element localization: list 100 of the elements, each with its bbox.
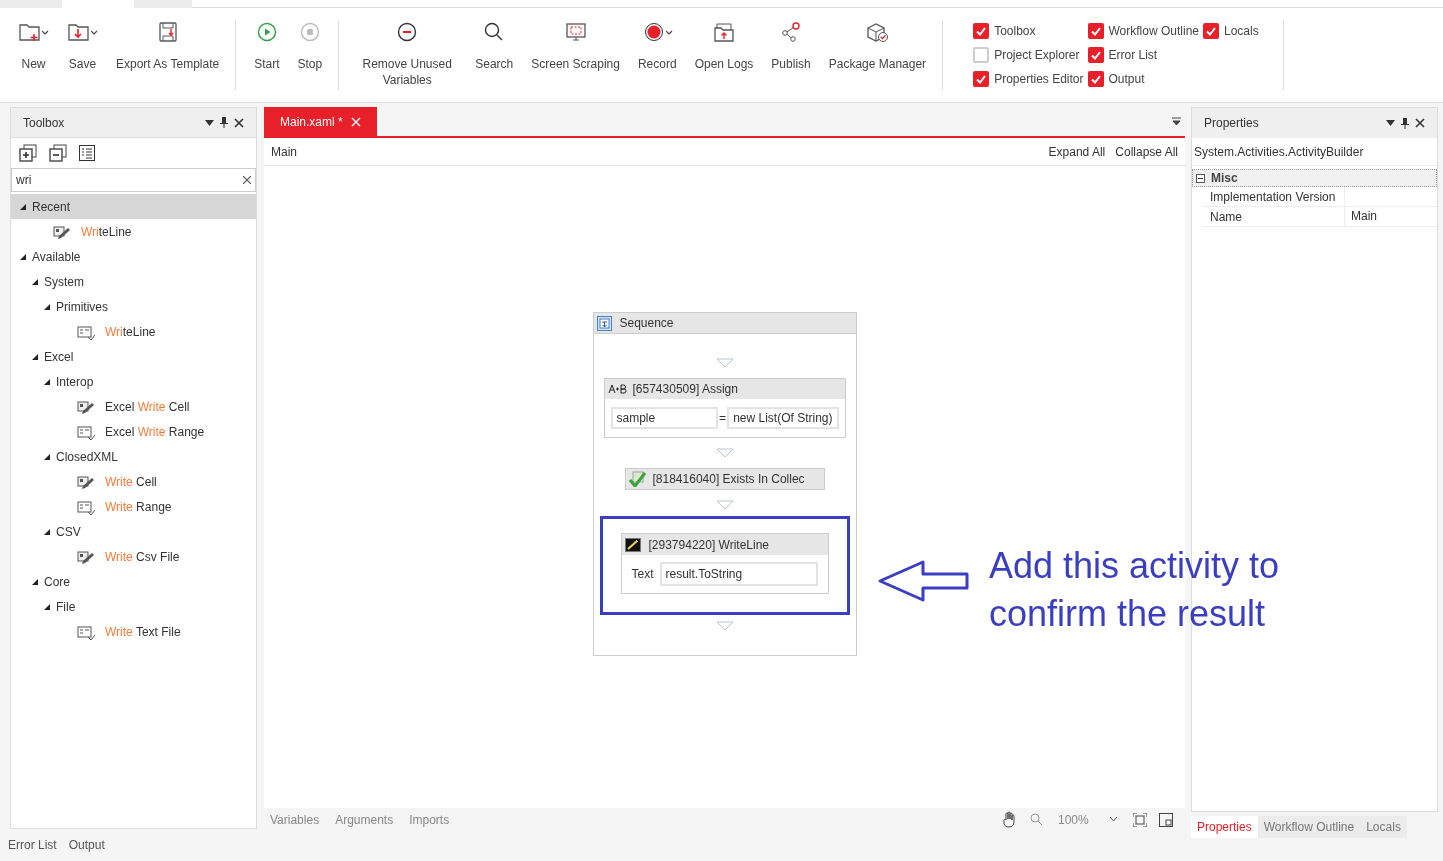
tree-group[interactable]: File [11, 594, 256, 619]
search-field[interactable]: wri [11, 168, 256, 192]
designer-link[interactable]: Collapse All [1115, 142, 1178, 161]
panel-tab[interactable]: Workflow Outline [1257, 816, 1361, 838]
tree-group[interactable]: Excel [11, 344, 256, 369]
clear-icon[interactable] [243, 176, 251, 184]
panel-tab[interactable]: Locals [1360, 816, 1407, 838]
writeline-icon[interactable] [624, 537, 641, 552]
bottom-tab[interactable]: Error List [8, 836, 57, 854]
caret-icon[interactable] [42, 29, 49, 35]
caret-icon[interactable] [1110, 817, 1117, 822]
collapse-all-icon[interactable] [49, 144, 67, 162]
toolbox-activity[interactable]: Write Csv File [11, 544, 256, 569]
overview-icon[interactable] [1159, 812, 1173, 827]
toolbar-button[interactable]: Remove Unused Variables [351, 20, 464, 88]
collapse-arrow-icon[interactable] [31, 577, 39, 586]
activity-icon[interactable] [77, 473, 95, 490]
activity-card[interactable]: [818416040] Exists In Collec [624, 468, 825, 490]
sequence-container[interactable]: Sequence [657430509] Assign sample = new List(Of String) [818416040] Exists In Collec [293794220] WriteLine Text result.ToString [592, 312, 857, 656]
close-icon[interactable] [1415, 118, 1425, 128]
activity-icon[interactable] [53, 223, 71, 240]
collapse-arrow-icon[interactable] [43, 527, 51, 536]
activity-icon[interactable] [77, 423, 95, 440]
folder-upload-icon[interactable] [712, 20, 736, 44]
pin-icon[interactable] [220, 117, 228, 128]
collapse-arrow-icon[interactable] [43, 302, 51, 311]
toolbar-button[interactable]: Export As Template [110, 20, 226, 72]
toolbar-button[interactable]: Package Manager [822, 20, 933, 72]
tab-list-icon[interactable] [1172, 117, 1181, 126]
toolbox-activity[interactable]: Write Cell [11, 469, 256, 494]
toolbox-activity[interactable]: Write Range [11, 494, 256, 519]
list-icon[interactable] [79, 145, 95, 161]
tree-group[interactable]: Primitives [11, 294, 256, 319]
checkbox[interactable]: Workflow Outline [1087, 22, 1199, 40]
toolbar-button[interactable]: Start [248, 20, 286, 72]
tree-group[interactable]: Available [11, 244, 256, 269]
tree-group[interactable]: ClosedXML [11, 444, 256, 469]
toolbar-button[interactable]: Save [61, 20, 104, 72]
toolbox-activity[interactable]: Excel Write Cell [11, 394, 256, 419]
toolbar-button[interactable]: Open Logs [688, 20, 760, 72]
activity-card[interactable]: [293794220] WriteLine Text result.ToString [620, 533, 829, 594]
tree-group[interactable]: Core [11, 569, 256, 594]
panel-tab[interactable]: Properties [1191, 816, 1258, 838]
hand-icon[interactable] [1002, 811, 1018, 828]
checkbox[interactable]: Error List [1087, 46, 1199, 64]
caret-icon[interactable] [91, 29, 98, 35]
property-value[interactable]: Main [1345, 207, 1437, 226]
input-field[interactable]: sample [610, 407, 719, 429]
fit-screen-icon[interactable] [1133, 812, 1147, 827]
collapse-arrow-icon[interactable] [31, 352, 39, 361]
bottom-tab[interactable]: Output [68, 836, 105, 854]
collapse-arrow-icon[interactable] [31, 277, 39, 286]
expand-all-icon[interactable] [19, 144, 37, 162]
assign-icon[interactable] [607, 383, 627, 395]
checkbox[interactable]: Locals [1203, 22, 1259, 40]
checkbox[interactable]: Properties Editor [973, 70, 1084, 88]
activity-icon[interactable] [77, 498, 95, 515]
breadcrumb[interactable]: Main [271, 142, 1049, 161]
activity-icon[interactable] [77, 323, 95, 340]
checkbox[interactable]: Output [1087, 70, 1199, 88]
collapse-arrow-icon[interactable] [19, 252, 27, 261]
pin-icon[interactable] [1401, 117, 1409, 129]
arrow-icon[interactable] [877, 558, 971, 604]
checkbox[interactable]: Project Explorer [973, 46, 1084, 64]
sequence-icon[interactable] [596, 315, 612, 331]
activity-icon[interactable] [77, 398, 95, 415]
collapse-arrow-icon[interactable] [43, 452, 51, 461]
zoom-icon[interactable] [1030, 813, 1043, 826]
collapse-arrow-icon[interactable] [43, 377, 51, 386]
collapse-arrow-icon[interactable] [19, 202, 27, 211]
toolbar-button[interactable]: Search [469, 20, 520, 72]
check-icon[interactable] [628, 471, 647, 487]
input-field[interactable]: result.ToString [659, 562, 818, 586]
activity-icon[interactable] [77, 548, 95, 565]
toolbox-activity[interactable]: Write Text File [11, 619, 256, 644]
tree-group[interactable]: System [11, 269, 256, 294]
toolbar-button[interactable]: Stop [291, 20, 329, 72]
tree-group[interactable]: Interop [11, 369, 256, 394]
collapse-arrow-icon[interactable] [43, 602, 51, 611]
toolbar-button[interactable]: New [12, 20, 55, 72]
input-field[interactable]: new List(Of String) [727, 407, 839, 429]
tree-group[interactable]: CSV [11, 519, 256, 544]
checkbox[interactable]: Toolbox [973, 22, 1084, 40]
dropdown-icon[interactable] [1386, 120, 1395, 126]
tree-group[interactable]: Recent [11, 194, 256, 219]
property-category[interactable]: Misc [1192, 169, 1437, 187]
activity-card[interactable]: [657430509] Assign sample = new List(Of String) [603, 378, 846, 438]
close-icon[interactable] [234, 117, 244, 128]
toolbar-button[interactable]: Screen Scraping [525, 20, 626, 72]
monitor-icon[interactable] [563, 20, 588, 44]
toolbox-activity[interactable]: Excel Write Range [11, 419, 256, 444]
caret-icon[interactable] [665, 29, 673, 35]
toolbox-activity[interactable]: WriteLine [11, 319, 256, 344]
toolbox-activity[interactable]: WriteLine [11, 219, 256, 244]
designer-link[interactable]: Expand All [1048, 142, 1106, 161]
collapse-icon[interactable] [1196, 173, 1205, 183]
document-tab[interactable]: Main.xaml * [264, 107, 377, 136]
dropdown-icon[interactable] [205, 119, 214, 126]
toolbar-button[interactable]: Record [631, 20, 683, 72]
toolbar-button[interactable]: Publish [765, 20, 817, 72]
